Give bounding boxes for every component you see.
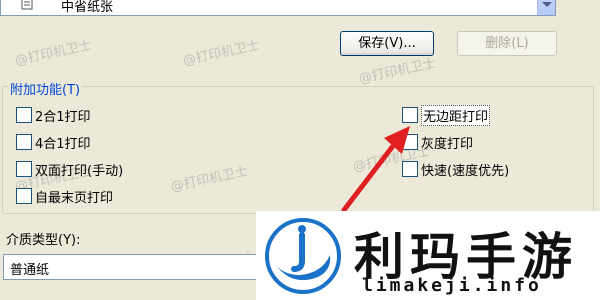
watermark-text: @打印机卫士: [181, 38, 262, 69]
paper-icon: [21, 0, 33, 10]
watermark-text: @打印机卫士: [357, 56, 438, 87]
brand-domain: limakeji.info: [362, 275, 542, 296]
media-type-label: 介质类型(Y):: [6, 233, 81, 248]
watermark-text: @打印机卫士: [13, 38, 94, 69]
paper-source-value: 中省纸张: [61, 0, 114, 15]
checkbox-4in1[interactable]: 4合1打印: [16, 133, 91, 152]
checkbox-box[interactable]: [16, 161, 32, 177]
checkbox-label: 双面打印(手动): [35, 163, 124, 179]
checkbox-2in1[interactable]: 2合1打印: [16, 106, 91, 125]
checkbox-duplex-manual[interactable]: 双面打印(手动): [16, 160, 124, 179]
checkbox-reverse-order[interactable]: 自最末页打印: [16, 187, 114, 206]
checkbox-label: 4合1打印: [35, 136, 91, 152]
checkbox-box[interactable]: [16, 107, 32, 123]
save-button[interactable]: 保存(V)...: [340, 31, 434, 56]
checkbox-label: 自最末页打印: [35, 190, 114, 206]
media-type-value: 普通纸: [10, 263, 50, 278]
red-arrow-icon: [341, 126, 410, 213]
checkbox-box[interactable]: [16, 134, 32, 150]
checkbox-label: 灰度打印: [421, 136, 474, 152]
checkbox-label: 无边距打印: [421, 104, 491, 126]
delete-button[interactable]: 删除(L): [457, 31, 557, 56]
checkbox-label: 2合1打印: [35, 109, 91, 125]
checkbox-label: 快速(速度优先): [421, 163, 510, 179]
brand-logo-icon: [265, 218, 341, 294]
chevron-down-icon[interactable]: [537, 0, 555, 15]
brand-logo-overlay: 利玛手游 limakeji.info: [256, 211, 600, 300]
checkbox-box[interactable]: [16, 188, 32, 204]
paper-source-dropdown[interactable]: 中省纸张: [0, 0, 556, 16]
group-title: 附加功能(T): [8, 79, 83, 98]
